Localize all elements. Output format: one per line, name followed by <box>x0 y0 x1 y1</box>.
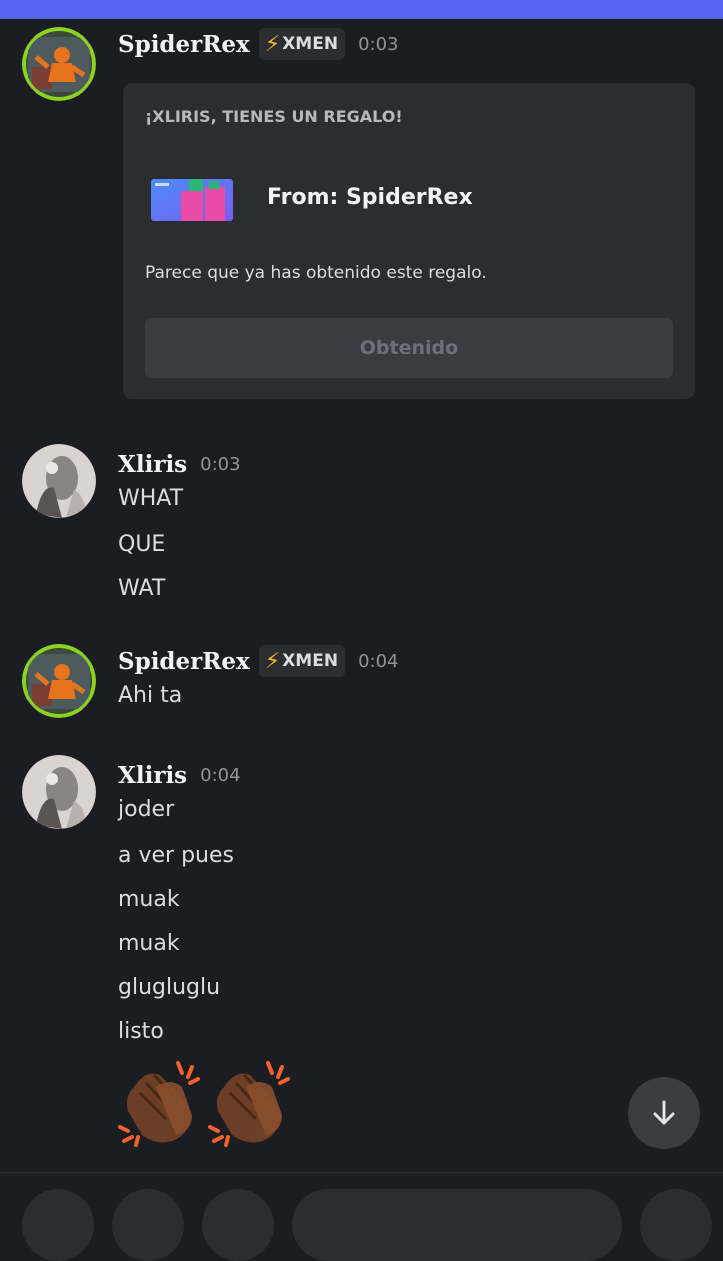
clapping-hands-dark-skin-emoji <box>208 1061 290 1147</box>
server-tag[interactable]: ⚡ XMEN <box>258 645 346 677</box>
top-accent-bar <box>0 0 723 19</box>
gift-box-icon <box>151 179 233 221</box>
username[interactable]: SpiderRex <box>118 31 250 58</box>
clapping-hands-dark-skin-emoji <box>118 1061 200 1147</box>
arrow-down-icon <box>653 1100 675 1125</box>
server-tag[interactable]: ⚡ XMEN <box>258 28 346 60</box>
gift-from: From: SpiderRex <box>267 185 473 210</box>
scroll-to-bottom-button[interactable] <box>628 1077 700 1149</box>
message-header: Xliris 0:03 <box>118 448 241 480</box>
server-tag-label: XMEN <box>282 651 339 671</box>
composer-bar <box>0 1173 723 1261</box>
message-line: WHAT <box>118 486 184 511</box>
message-header: Xliris 0:04 <box>118 759 241 791</box>
username[interactable]: Xliris <box>118 762 187 789</box>
username[interactable]: Xliris <box>118 451 187 478</box>
message-line: WAT <box>118 576 166 601</box>
timestamp: 0:04 <box>200 764 241 786</box>
message-line: listo <box>118 1019 164 1044</box>
gift-title: ¡XLIRIS, TIENES UN REGALO! <box>145 107 403 126</box>
avatar-spiderrex[interactable] <box>22 27 96 101</box>
lightning-bolt-icon: ⚡ <box>264 648 281 674</box>
gift-card: ¡XLIRIS, TIENES UN REGALO! From: SpiderR… <box>123 83 695 399</box>
server-tag-label: XMEN <box>282 34 339 54</box>
username[interactable]: SpiderRex <box>118 648 250 675</box>
message-line: a ver pues <box>118 843 234 868</box>
avatar-spiderrex[interactable] <box>22 644 96 718</box>
avatar-xliris[interactable] <box>22 755 96 829</box>
gift-description: Parece que ya has obtenido este regalo. <box>145 263 487 283</box>
avatar-xliris[interactable] <box>22 444 96 518</box>
message-line: QUE <box>118 532 166 557</box>
timestamp: 0:03 <box>358 33 399 55</box>
timestamp: 0:04 <box>358 650 399 672</box>
message-line: glugluglu <box>118 975 221 1000</box>
message-header: SpiderRex ⚡ XMEN 0:03 <box>118 28 398 60</box>
lightning-bolt-icon: ⚡ <box>264 31 281 57</box>
message-line: joder <box>118 797 175 822</box>
timestamp: 0:03 <box>200 453 241 475</box>
message-line: Ahi ta <box>118 683 183 708</box>
gift-claimed-button[interactable]: Obtenido <box>145 318 673 378</box>
message-line: muak <box>118 887 180 912</box>
message-line: muak <box>118 931 180 956</box>
message-header: SpiderRex ⚡ XMEN 0:04 <box>118 645 398 677</box>
